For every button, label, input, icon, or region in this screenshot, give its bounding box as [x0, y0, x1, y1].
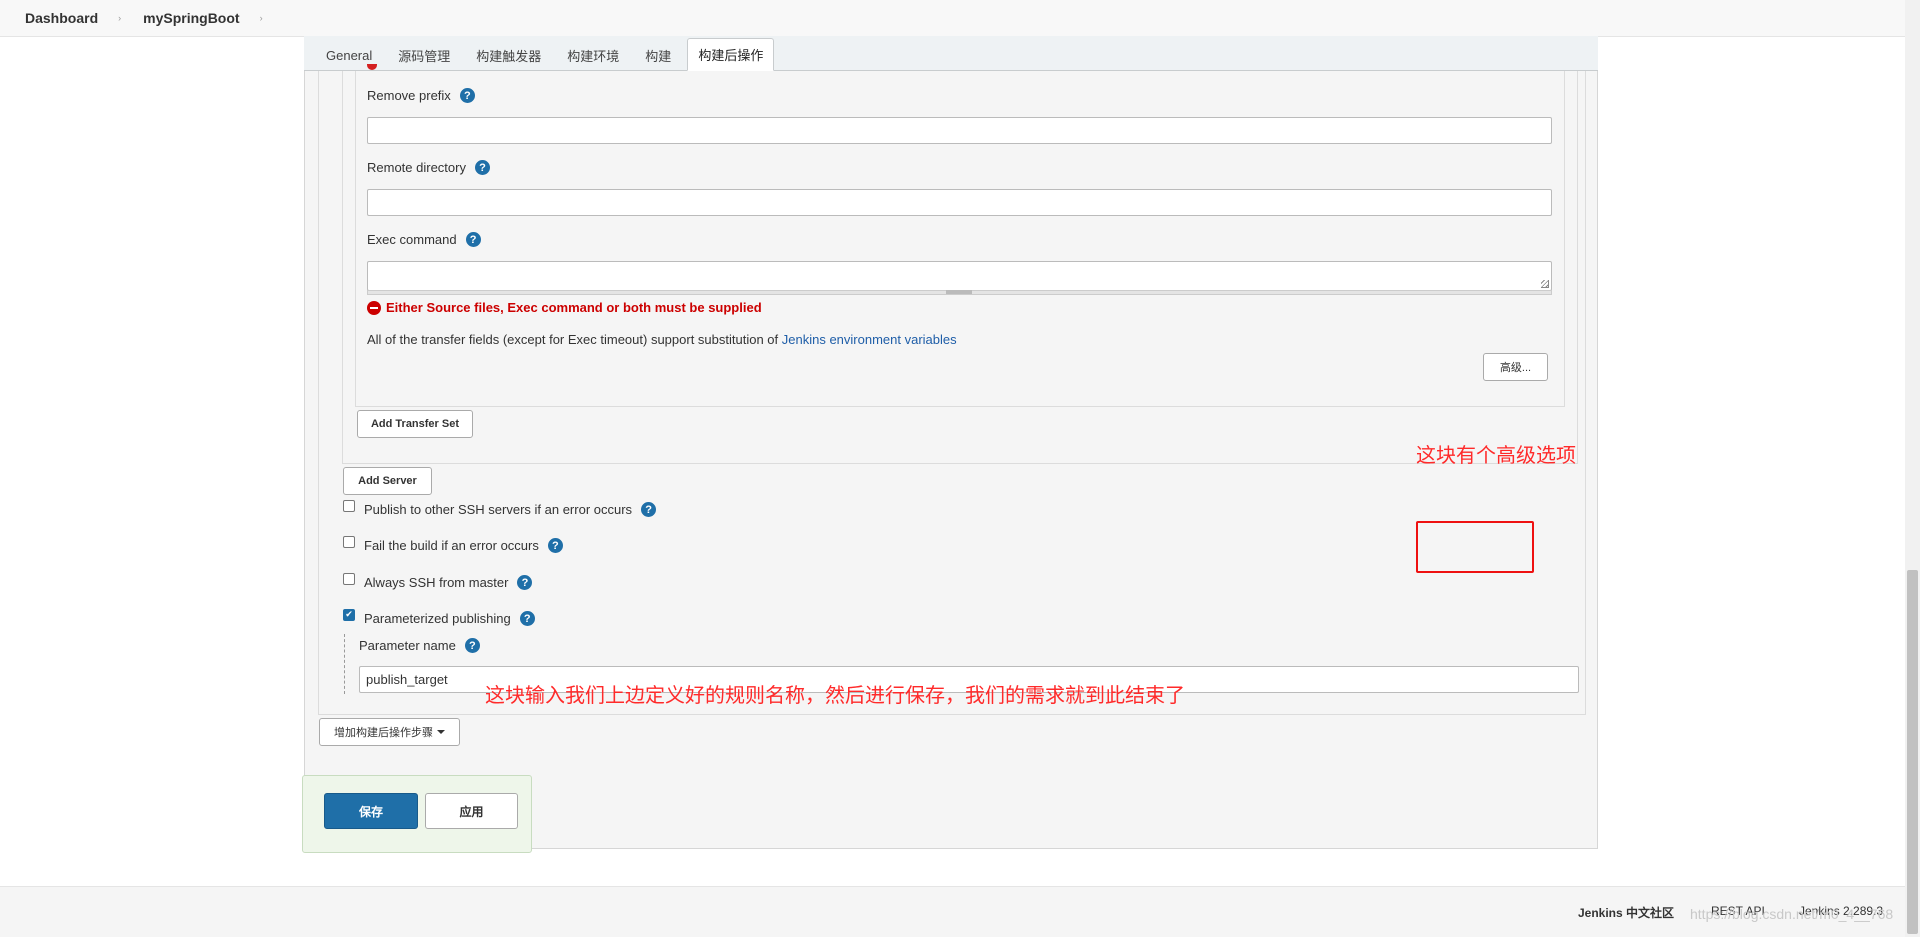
advanced-button[interactable]: 高级... [1483, 353, 1548, 381]
remote-directory-input[interactable] [367, 189, 1552, 216]
chevron-right-icon[interactable]: › [118, 13, 121, 23]
help-icon[interactable]: ? [641, 502, 657, 517]
chevron-right-icon[interactable]: › [260, 13, 263, 23]
checkbox-label: Fail the build if an error occurs [364, 538, 539, 553]
tab-build-environment[interactable]: 构建环境 [557, 40, 629, 70]
checkbox-always-ssh-master[interactable]: Always SSH from master ? [343, 572, 533, 590]
config-tabs: General 源码管理 构建触发器 构建环境 构建 构建后操作 [304, 36, 1598, 71]
resize-grip-icon[interactable] [1541, 280, 1549, 288]
validation-error-text: Either Source files, Exec command or bot… [386, 300, 762, 315]
tab-source-control[interactable]: 源码管理 [388, 40, 460, 70]
help-icon[interactable]: ? [519, 611, 535, 626]
validation-error: Either Source files, Exec command or bot… [367, 300, 762, 315]
nested-indent-guide [344, 634, 345, 694]
caret-down-icon [437, 730, 445, 734]
exec-command-label: Exec command [367, 232, 457, 247]
substitution-note-text: All of the transfer fields (except for E… [367, 332, 782, 347]
remove-prefix-label: Remove prefix [367, 88, 451, 103]
checkbox-label: Publish to other SSH servers if an error… [364, 502, 633, 517]
help-icon[interactable]: ? [464, 638, 480, 653]
breadcrumb: Dashboard › mySpringBoot › [0, 0, 1920, 37]
env-variables-link[interactable]: Jenkins environment variables [782, 332, 957, 347]
breadcrumb-project[interactable]: mySpringBoot [143, 10, 239, 26]
checkbox-label: Parameterized publishing [364, 611, 511, 626]
footer-community-link[interactable]: Jenkins 中文社区 [1578, 904, 1674, 921]
remote-directory-label: Remote directory [367, 160, 466, 175]
add-post-build-step-button[interactable]: 增加构建后操作步骤 [319, 718, 460, 746]
parameter-name-row: Parameter name ? [359, 638, 480, 653]
help-icon[interactable]: ? [517, 575, 533, 590]
exec-command-textarea[interactable] [367, 261, 1552, 291]
checkbox-label: Always SSH from master [364, 575, 509, 590]
error-icon [367, 300, 381, 315]
add-transfer-set-button[interactable]: Add Transfer Set [357, 410, 473, 438]
annotation-box [1416, 521, 1534, 573]
add-post-build-step-label: 增加构建后操作步骤 [334, 727, 433, 739]
scrollbar-thumb[interactable] [1907, 570, 1918, 934]
remote-directory-row: Remote directory ? [367, 160, 490, 175]
checkbox-checked[interactable]: ✔ [343, 608, 355, 621]
apply-button[interactable]: 应用 [425, 793, 518, 829]
remove-prefix-input[interactable] [367, 117, 1552, 144]
checkbox-publish-other-servers[interactable]: Publish to other SSH servers if an error… [343, 499, 657, 517]
help-icon[interactable]: ? [465, 232, 481, 247]
save-button[interactable]: 保存 [324, 793, 418, 829]
annotation-param-hint: 这块输入我们上边定义好的规则名称，然后进行保存，我们的需求就到此结束了 [485, 683, 1185, 707]
help-icon[interactable]: ? [459, 88, 475, 103]
annotation-advanced-hint: 这块有个高级选项 [1416, 443, 1576, 467]
checkbox-parameterized-publishing[interactable]: ✔ Parameterized publishing ? [343, 608, 535, 626]
tab-build[interactable]: 构建 [635, 40, 681, 70]
breadcrumb-dashboard[interactable]: Dashboard [25, 10, 98, 26]
help-icon[interactable]: ? [474, 160, 490, 175]
checkbox[interactable] [343, 499, 355, 512]
remove-prefix-row: Remove prefix ? [367, 88, 475, 103]
substitution-note: All of the transfer fields (except for E… [367, 332, 957, 347]
exec-command-row: Exec command ? [367, 232, 481, 247]
parameter-name-label: Parameter name [359, 638, 456, 653]
help-icon[interactable]: ? [547, 538, 563, 553]
watermark: https://blog.csdn.net/m0_4__768 [1690, 906, 1894, 922]
textarea-expand-handle[interactable] [946, 290, 972, 294]
checkbox[interactable] [343, 572, 355, 585]
tab-post-build-actions[interactable]: 构建后操作 [687, 38, 775, 71]
checkbox-fail-build[interactable]: Fail the build if an error occurs ? [343, 535, 563, 553]
add-server-button[interactable]: Add Server [343, 467, 432, 495]
tab-build-triggers[interactable]: 构建触发器 [466, 40, 551, 70]
checkbox[interactable] [343, 535, 355, 548]
